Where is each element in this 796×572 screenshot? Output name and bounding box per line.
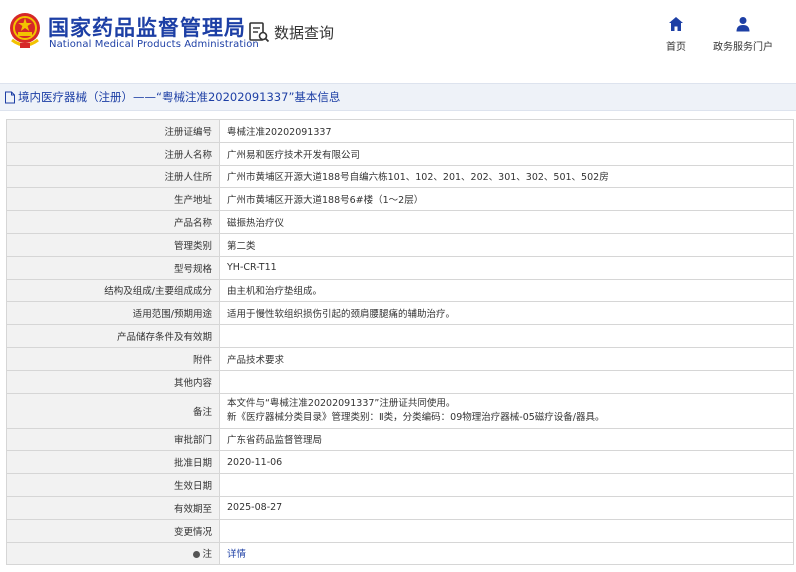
site-header: 国家药品监督管理局 National Medical Products Admi… <box>0 0 796 70</box>
row-key: 注册人名称 <box>6 141 220 166</box>
table-row: 批准日期 2020-11-06 <box>6 450 794 475</box>
remark-line-1: 本文件与“粤械注准20202091337”注册证共同使用。 <box>227 397 456 409</box>
row-value: 适用于慢性软组织损伤引起的颈肩腰腿痛的辅助治疗。 <box>219 301 794 326</box>
table-row: 注册证编号 粤械注准20202091337 <box>6 119 794 143</box>
table-row: 备注 本文件与“粤械注准20202091337”注册证共同使用。 新《医疗器械分… <box>6 392 794 429</box>
record-title-bar: 境内医疗器械（注册）——“粤械注准20202091337”基本信息 <box>0 83 796 111</box>
row-value: 本文件与“粤械注准20202091337”注册证共同使用。 新《医疗器械分类目录… <box>219 392 794 429</box>
document-search-icon <box>249 22 270 43</box>
row-key: 生效日期 <box>6 473 220 497</box>
row-key: 型号规格 <box>6 255 220 280</box>
table-row: 审批部门 广东省药品监督管理局 <box>6 427 794 452</box>
row-key: 注册人住所 <box>6 164 220 189</box>
details-link[interactable]: 详情 <box>227 549 246 560</box>
row-key: 产品储存条件及有效期 <box>6 324 220 348</box>
table-row: 注 详情 <box>6 541 794 566</box>
table-row: 注册人名称 广州易和医疗技术开发有限公司 <box>6 141 794 166</box>
nav-home-label: 首页 <box>666 42 686 53</box>
data-query-label: 数据查询 <box>274 23 335 42</box>
row-key: 结构及组成/主要组成成分 <box>6 278 220 303</box>
row-value: 磁振热治疗仪 <box>219 210 794 234</box>
row-value: 由主机和治疗垫组成。 <box>219 278 794 303</box>
row-value: YH-CR-T11 <box>219 255 794 280</box>
row-key: 变更情况 <box>6 518 220 543</box>
data-query-title: 数据查询 <box>248 20 334 44</box>
table-row: 生效日期 <box>6 473 794 497</box>
table-row: 有效期至 2025-08-27 <box>6 495 794 520</box>
row-value <box>219 324 794 348</box>
row-key: 有效期至 <box>6 495 220 520</box>
table-row: 管理类别 第二类 <box>6 232 794 257</box>
row-value: 产品技术要求 <box>219 346 794 371</box>
row-value: 详情 <box>219 541 794 566</box>
row-value <box>219 369 794 394</box>
row-value: 广州市黄埔区开源大道188号自编六栋101、102、201、202、301、30… <box>219 164 794 189</box>
table-row: 其他内容 <box>6 369 794 394</box>
table-row: 附件 产品技术要求 <box>6 346 794 371</box>
row-key: 其他内容 <box>6 369 220 394</box>
table-row: 变更情况 <box>6 518 794 543</box>
site-name-cn[interactable]: 国家药品监督管理局 <box>48 12 246 42</box>
note-key-label: 注 <box>202 549 212 561</box>
site-name-en[interactable]: National Medical Products Administration <box>49 39 259 50</box>
table-row: 产品储存条件及有效期 <box>6 324 794 348</box>
row-key: 生产地址 <box>6 187 220 212</box>
row-value: 广州市黄埔区开源大道188号6#楼（1～2层） <box>219 187 794 212</box>
document-icon <box>5 91 15 103</box>
row-key: 注册证编号 <box>6 119 220 143</box>
row-value: 第二类 <box>219 232 794 257</box>
remark-line-2: 新《医疗器械分类目录》管理类别：Ⅱ类，分类编码：09物理治疗器械-05磁疗设备/… <box>227 411 605 423</box>
row-key: 批准日期 <box>6 450 220 475</box>
registration-detail-table: 注册证编号 粤械注准20202091337 注册人名称 广州易和医疗技术开发有限… <box>6 119 794 566</box>
nav-home[interactable]: 首页 <box>662 16 690 53</box>
row-value: 广州易和医疗技术开发有限公司 <box>219 141 794 166</box>
row-key: 注 <box>6 541 220 566</box>
home-icon <box>669 17 683 31</box>
row-key: 适用范围/预期用途 <box>6 301 220 326</box>
row-value: 广东省药品监督管理局 <box>219 427 794 452</box>
user-icon <box>736 17 750 32</box>
row-value: 2020-11-06 <box>219 450 794 475</box>
table-row: 产品名称 磁振热治疗仪 <box>6 210 794 234</box>
row-value <box>219 518 794 543</box>
nav-service-label: 政务服务门户 <box>713 42 773 53</box>
pin-icon <box>193 551 201 559</box>
table-row: 生产地址 广州市黄埔区开源大道188号6#楼（1～2层） <box>6 187 794 212</box>
row-key: 产品名称 <box>6 210 220 234</box>
row-key: 管理类别 <box>6 232 220 257</box>
national-emblem-icon <box>10 13 40 48</box>
row-value: 2025-08-27 <box>219 495 794 520</box>
row-key: 附件 <box>6 346 220 371</box>
table-row: 适用范围/预期用途 适用于慢性软组织损伤引起的颈肩腰腿痛的辅助治疗。 <box>6 301 794 326</box>
row-key: 备注 <box>6 392 220 429</box>
table-row: 注册人住所 广州市黄埔区开源大道188号自编六栋101、102、201、202、… <box>6 164 794 189</box>
row-key: 审批部门 <box>6 427 220 452</box>
table-row: 型号规格 YH-CR-T11 <box>6 255 794 280</box>
nav-service-portal[interactable]: 政务服务门户 <box>712 16 774 53</box>
record-title: 境内医疗器械（注册）——“粤械注准20202091337”基本信息 <box>18 90 341 104</box>
row-value: 粤械注准20202091337 <box>219 119 794 143</box>
row-value <box>219 473 794 497</box>
table-row: 结构及组成/主要组成成分 由主机和治疗垫组成。 <box>6 278 794 303</box>
